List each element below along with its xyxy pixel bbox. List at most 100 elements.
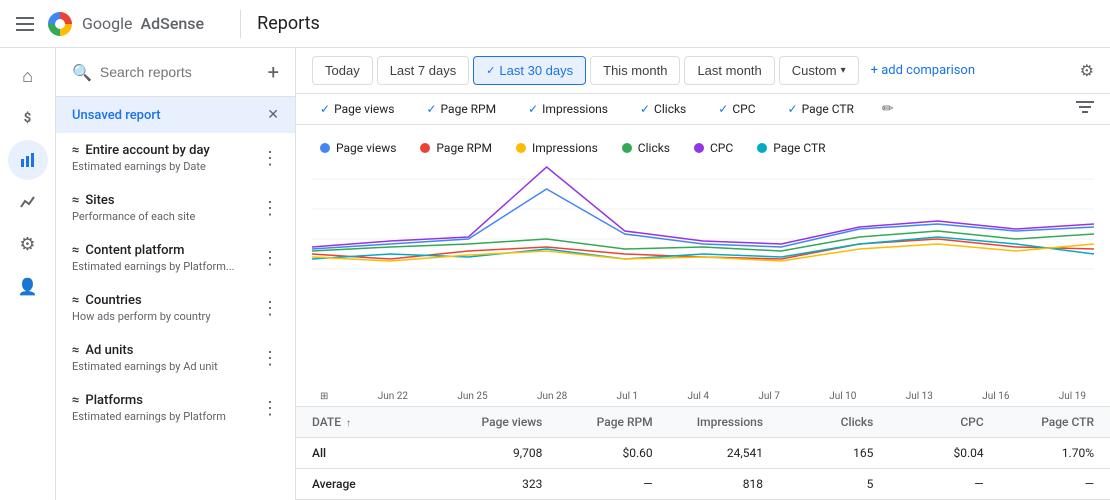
- col-page-views[interactable]: Page views: [432, 415, 542, 429]
- sidebar-item-countries[interactable]: ≈ Countries How ads perform by country ⋮: [56, 283, 295, 333]
- cell-clicks-avg: 5: [763, 477, 873, 491]
- legend-dot: [420, 143, 430, 153]
- sidebar-icon-reports[interactable]: [8, 140, 48, 180]
- more-options-button[interactable]: ⋮: [261, 398, 279, 419]
- close-unsaved-button[interactable]: ✕: [267, 107, 279, 123]
- date-label: Jul 4: [687, 391, 709, 402]
- check-icon: ✓: [486, 64, 495, 77]
- metric-chip-impressions[interactable]: ✓ Impressions: [520, 98, 616, 120]
- col-page-ctr[interactable]: Page CTR: [984, 415, 1094, 429]
- google-logo-icon: [46, 10, 74, 38]
- date-label: Jun 28: [537, 391, 567, 402]
- sidebar-icon-settings[interactable]: ⚙: [8, 224, 48, 264]
- date-label: ⊞: [320, 391, 328, 402]
- menu-icon[interactable]: [16, 17, 34, 31]
- sidebar-item-entire-account[interactable]: ≈ Entire account by day Estimated earnin…: [56, 133, 295, 183]
- page-title: Reports: [257, 13, 320, 34]
- legend-cpc: CPC: [694, 141, 733, 155]
- col-date[interactable]: DATE ↑: [312, 415, 432, 429]
- cell-date-avg: Average: [312, 477, 432, 491]
- add-report-button[interactable]: +: [268, 60, 279, 84]
- metric-chip-page-views[interactable]: ✓ Page views: [312, 98, 402, 120]
- metric-chip-clicks[interactable]: ✓ Clicks: [632, 98, 694, 120]
- today-filter-button[interactable]: Today: [312, 56, 373, 85]
- this-month-filter-button[interactable]: This month: [590, 56, 680, 85]
- more-options-button[interactable]: ⋮: [261, 148, 279, 169]
- unsaved-report-title: Unsaved report: [72, 108, 259, 123]
- col-clicks[interactable]: Clicks: [763, 415, 873, 429]
- sidebar-item-title: ≈ Platforms: [72, 393, 253, 408]
- last-month-filter-button[interactable]: Last month: [684, 56, 774, 85]
- chart-container: [296, 159, 1110, 389]
- sidebar-item-title: ≈ Sites: [72, 193, 253, 208]
- date-label: Jul 19: [1059, 391, 1086, 402]
- sidebar-item-ad-units[interactable]: ≈ Ad units Estimated earnings by Ad unit…: [56, 333, 295, 383]
- filter-chart-button[interactable]: [1076, 100, 1094, 118]
- metric-label: CPC: [732, 102, 755, 116]
- check-icon: ✓: [528, 102, 538, 116]
- table-row-all[interactable]: All 9,708 $0.60 24,541 165 $0.04 1.70%: [296, 438, 1110, 469]
- cell-page-rpm-avg: —: [542, 477, 652, 491]
- last7-filter-button[interactable]: Last 7 days: [377, 56, 470, 85]
- top-nav: Google AdSense Reports: [0, 0, 1110, 48]
- metric-chip-page-ctr[interactable]: ✓ Page CTR: [780, 98, 862, 120]
- date-label: Jul 7: [758, 391, 780, 402]
- chevron-down-icon: ▾: [841, 65, 846, 76]
- date-filter-bar: Today Last 7 days ✓ Last 30 days This mo…: [296, 48, 1110, 94]
- sidebar-icon-trends[interactable]: [8, 182, 48, 222]
- metric-label: Page RPM: [441, 102, 497, 116]
- wavy-icon: ≈: [72, 343, 79, 358]
- edit-metrics-button[interactable]: ✏: [882, 101, 894, 117]
- add-comparison-button[interactable]: + add comparison: [871, 63, 975, 78]
- metrics-bar: ✓ Page views ✓ Page RPM ✓ Impressions ✓ …: [296, 94, 1110, 125]
- col-page-rpm[interactable]: Page RPM: [542, 415, 652, 429]
- cell-page-ctr-all: 1.70%: [984, 446, 1094, 460]
- col-cpc[interactable]: CPC: [873, 415, 983, 429]
- sidebar-item-sites[interactable]: ≈ Sites Performance of each site ⋮: [56, 183, 295, 233]
- sidebar-icon-earnings[interactable]: $: [8, 98, 48, 138]
- last30-filter-button[interactable]: ✓ Last 30 days: [473, 56, 586, 85]
- search-icon: 🔍: [72, 63, 92, 82]
- unsaved-report-content: Unsaved report: [72, 108, 259, 123]
- cell-cpc-avg: —: [873, 477, 983, 491]
- legend-dot: [516, 143, 526, 153]
- metric-chip-cpc[interactable]: ✓ CPC: [710, 98, 763, 120]
- search-input[interactable]: [100, 64, 260, 80]
- legend-dot: [757, 143, 767, 153]
- table-row-average[interactable]: Average 323 — 818 5 — —: [296, 469, 1110, 500]
- metric-chip-page-rpm[interactable]: ✓ Page RPM: [418, 98, 504, 120]
- wavy-icon: ≈: [72, 293, 79, 308]
- logo: Google AdSense: [46, 10, 204, 38]
- unsaved-report-item[interactable]: Unsaved report ✕: [56, 97, 295, 133]
- sidebar-icon-home[interactable]: ⌂: [8, 56, 48, 96]
- metric-label: Impressions: [542, 102, 608, 116]
- sidebar-item-platforms[interactable]: ≈ Platforms Estimated earnings by Platfo…: [56, 383, 295, 433]
- cell-page-ctr-avg: —: [984, 477, 1094, 491]
- wavy-icon: ≈: [72, 393, 79, 408]
- more-options-button[interactable]: ⋮: [261, 248, 279, 269]
- date-label: Jul 10: [829, 391, 856, 402]
- col-impressions[interactable]: Impressions: [653, 415, 763, 429]
- settings-gear-icon[interactable]: ⚙: [1080, 61, 1094, 80]
- metric-label: Page CTR: [802, 102, 854, 116]
- more-options-button[interactable]: ⋮: [261, 348, 279, 369]
- custom-filter-button[interactable]: Custom ▾: [779, 56, 859, 85]
- main-content: Today Last 7 days ✓ Last 30 days This mo…: [296, 48, 1110, 500]
- cell-impressions-avg: 818: [653, 477, 763, 491]
- more-options-button[interactable]: ⋮: [261, 198, 279, 219]
- sidebar-item-subtitle: Performance of each site: [72, 210, 253, 223]
- more-options-button[interactable]: ⋮: [261, 298, 279, 319]
- legend-impressions: Impressions: [516, 141, 598, 155]
- legend-page-ctr: Page CTR: [757, 141, 825, 155]
- sidebar-item-title: ≈ Ad units: [72, 343, 253, 358]
- sidebar-item-content-platform[interactable]: ≈ Content platform Estimated earnings by…: [56, 233, 295, 283]
- chart-legend: Page views Page RPM Impressions Clicks C…: [296, 133, 1110, 159]
- reports-icon: [19, 151, 37, 169]
- chart-date-labels: ⊞ Jun 22 Jun 25 Jun 28 Jul 1 Jul 4 Jul 7…: [296, 389, 1110, 406]
- filter-icon: [1076, 100, 1094, 114]
- cell-impressions-all: 24,541: [653, 446, 763, 460]
- chart-area: Page views Page RPM Impressions Clicks C…: [296, 125, 1110, 406]
- date-label: Jul 16: [982, 391, 1009, 402]
- sidebar-icon-account[interactable]: 👤: [8, 266, 48, 306]
- legend-dot: [622, 143, 632, 153]
